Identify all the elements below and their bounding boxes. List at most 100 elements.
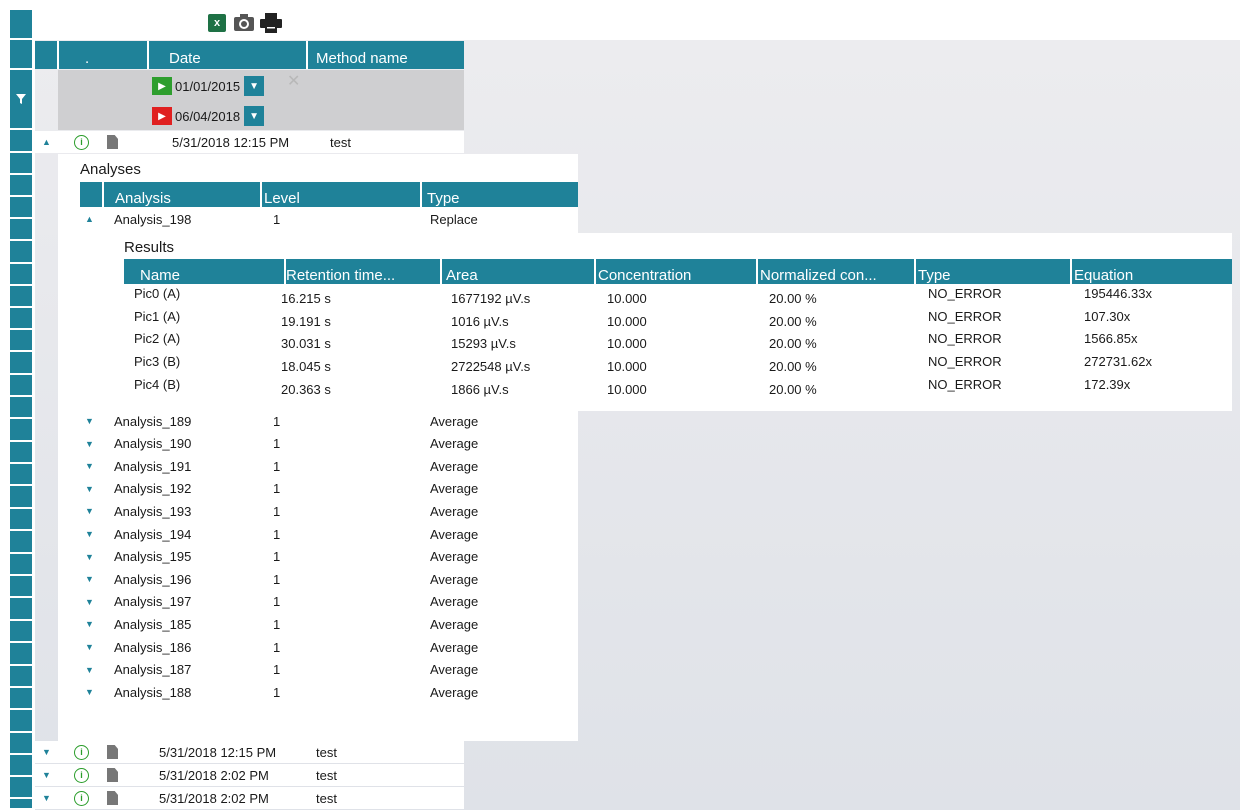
info-icon[interactable]: i (74, 767, 89, 783)
row-header[interactable] (10, 733, 32, 755)
expand-arrow-icon[interactable]: ▼ (85, 416, 94, 426)
table-row[interactable]: ▼ i 5/31/2018 2:02 PM test (35, 787, 464, 809)
analysis-row-expanded[interactable]: ▲ Analysis_198 1 Replace (80, 208, 578, 230)
expand-arrow-icon[interactable]: ▼ (85, 552, 94, 562)
analysis-row[interactable]: ▼ Analysis_191 1 Average (80, 455, 578, 477)
row-header[interactable] (10, 264, 32, 286)
info-icon[interactable]: i (74, 134, 89, 150)
row-header[interactable] (10, 531, 32, 554)
report-icon[interactable] (107, 745, 118, 759)
column-header-1[interactable]: Retention time... (286, 267, 395, 284)
date-to-dropdown[interactable]: ▼ (244, 106, 265, 126)
column-header-type[interactable]: Type (427, 190, 460, 207)
analysis-row[interactable]: ▼ Analysis_185 1 Average (80, 613, 578, 635)
row-header[interactable] (10, 241, 32, 264)
result-row[interactable]: Pic2 (A) 30.031 s 15293 µV.s 10.000 20.00 % N… (0, 330, 1232, 352)
analysis-row[interactable]: ▼ Analysis_186 1 Average (80, 636, 578, 658)
expand-arrow-icon[interactable]: ▼ (85, 665, 94, 675)
analysis-row[interactable]: ▼ Analysis_194 1 Average (80, 523, 578, 545)
table-row[interactable]: ▼ i 5/31/2018 12:15 PM test (35, 741, 464, 763)
date-to-filter[interactable]: ▶ 06/04/2018 ▼ (152, 106, 265, 126)
result-row[interactable]: Pic3 (B) 18.045 s 2722548 µV.s 10.000 20.00 … (0, 353, 1232, 375)
info-icon[interactable]: i (74, 744, 89, 760)
collapse-arrow-icon[interactable]: ▲ (85, 214, 94, 224)
analysis-row[interactable]: ▼ Analysis_195 1 Average (80, 546, 578, 568)
row-header[interactable] (10, 130, 32, 153)
expand-arrow-icon[interactable]: ▼ (42, 793, 51, 803)
column-header-level[interactable]: Level (264, 190, 300, 207)
report-icon[interactable] (107, 135, 118, 149)
table-row[interactable]: ▲ i 5/31/2018 12:15 PM test (35, 131, 464, 153)
screenshot-button[interactable] (233, 12, 255, 34)
column-header-analysis[interactable]: Analysis (115, 190, 171, 207)
column-header-date[interactable]: Date (149, 41, 306, 69)
analysis-row[interactable]: ▼ Analysis_197 1 Average (80, 591, 578, 613)
expand-arrow-icon[interactable]: ▼ (85, 574, 94, 584)
expand-arrow-icon[interactable]: ▼ (42, 747, 51, 757)
filter-row-header[interactable] (10, 70, 32, 130)
column-header-method-name[interactable]: Method name (308, 41, 464, 69)
row-header[interactable] (10, 419, 32, 442)
analysis-row[interactable]: ▼ Analysis_188 1 Average (80, 681, 578, 703)
column-header-0[interactable]: Name (140, 267, 180, 284)
expand-arrow-icon[interactable]: ▼ (85, 597, 94, 607)
column-header-3[interactable]: Concentration (598, 267, 691, 284)
row-header[interactable] (10, 799, 32, 810)
row-header[interactable] (10, 688, 32, 710)
date-from-filter[interactable]: ▶ 01/01/2015 ▼ (152, 76, 265, 96)
excel-export-button[interactable]: x (206, 12, 228, 34)
info-icon[interactable]: i (74, 790, 89, 806)
row-header[interactable] (10, 710, 32, 733)
column-header-4[interactable]: Normalized con... (760, 267, 877, 284)
row-header[interactable] (10, 442, 32, 464)
analysis-row[interactable]: ▼ Analysis_187 1 Average (80, 659, 578, 681)
row-header[interactable] (10, 755, 32, 777)
column-header-5[interactable]: Type (918, 267, 951, 284)
expand-arrow-icon[interactable]: ▼ (85, 529, 94, 539)
row-header[interactable] (10, 576, 32, 598)
row-header[interactable] (10, 397, 32, 419)
expand-arrow-icon[interactable]: ▼ (85, 687, 94, 697)
row-header[interactable] (10, 464, 32, 486)
row-header[interactable] (10, 621, 32, 643)
row-header[interactable] (10, 666, 32, 688)
analysis-row[interactable]: ▼ Analysis_190 1 Average (80, 433, 578, 455)
expand-arrow-icon[interactable]: ▼ (85, 506, 94, 516)
analysis-row[interactable]: ▼ Analysis_189 1 Average (80, 410, 578, 432)
collapse-arrow-icon[interactable]: ▲ (42, 137, 51, 147)
result-row[interactable]: Pic4 (B) 20.363 s 1866 µV.s 10.000 20.00 % NO… (0, 376, 1232, 398)
column-header-dot[interactable]: . (59, 41, 147, 69)
report-icon[interactable] (107, 768, 118, 782)
row-header[interactable] (10, 643, 32, 666)
row-header[interactable] (10, 197, 32, 219)
expand-arrow-icon[interactable]: ▼ (85, 484, 94, 494)
analysis-row[interactable]: ▼ Analysis_192 1 Average (80, 478, 578, 500)
row-header[interactable] (10, 554, 32, 576)
row-header[interactable] (10, 509, 32, 531)
expand-arrow-icon[interactable]: ▼ (85, 461, 94, 471)
analysis-row[interactable]: ▼ Analysis_196 1 Average (80, 568, 578, 590)
date-from-dropdown[interactable]: ▼ (244, 76, 265, 96)
column-header-6[interactable]: Equation (1074, 267, 1133, 284)
row-header[interactable] (10, 175, 32, 197)
row-header[interactable] (10, 40, 32, 70)
row-header[interactable] (10, 153, 32, 175)
expand-arrow-icon[interactable]: ▼ (85, 619, 94, 629)
expand-arrow-icon[interactable]: ▼ (85, 642, 94, 652)
column-header-2[interactable]: Area (446, 267, 478, 284)
row-header[interactable] (10, 10, 32, 40)
row-header[interactable] (10, 598, 32, 621)
row-header[interactable] (10, 219, 32, 241)
result-row[interactable]: Pic1 (A) 19.191 s 1016 µV.s 10.000 20.00 % NO… (0, 308, 1232, 330)
print-button[interactable] (260, 12, 282, 34)
result-row[interactable]: Pic0 (A) 16.215 s 1677192 µV.s 10.000 20.00 … (0, 285, 1232, 307)
row-header[interactable] (10, 777, 32, 799)
analysis-row[interactable]: ▼ Analysis_193 1 Average (80, 500, 578, 522)
result-eq: 107.30x (1084, 309, 1131, 324)
table-row[interactable]: ▼ i 5/31/2018 2:02 PM test (35, 764, 464, 786)
expand-arrow-icon[interactable]: ▼ (85, 439, 94, 449)
expand-arrow-icon[interactable]: ▼ (42, 770, 51, 780)
report-icon[interactable] (107, 791, 118, 805)
row-header[interactable] (10, 486, 32, 509)
clear-filter-icon[interactable]: ✕ (287, 71, 300, 91)
